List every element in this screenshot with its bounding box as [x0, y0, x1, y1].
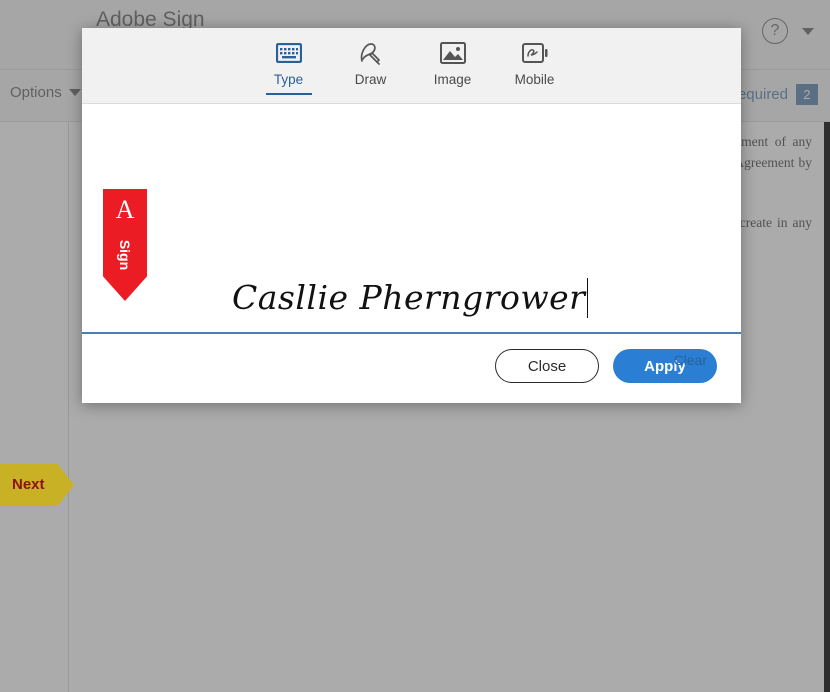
tab-mobile[interactable]: Mobile: [504, 38, 566, 93]
adobe-logo-glyph: A: [103, 197, 147, 223]
tab-type[interactable]: Type: [258, 38, 320, 93]
typed-signature-text: Casllie Pherngrower: [232, 278, 585, 317]
tab-draw[interactable]: Draw: [340, 38, 402, 93]
mobile-icon: [504, 38, 566, 68]
signature-dialog: Type Draw Image: [82, 28, 741, 403]
keyboard-icon: [258, 38, 320, 68]
typed-signature-preview: Casllie Pherngrower: [232, 278, 588, 318]
signature-dialog-footer: Close Apply: [82, 329, 741, 403]
pen-icon: [340, 38, 402, 68]
close-button[interactable]: Close: [495, 349, 599, 383]
image-icon: [422, 38, 484, 68]
sign-flag-label: Sign: [117, 225, 133, 285]
tab-image[interactable]: Image: [422, 38, 484, 93]
tab-mobile-label: Mobile: [504, 72, 566, 87]
vertical-scrollbar[interactable]: [824, 122, 830, 692]
signature-mode-tabs: Type Draw Image: [82, 28, 741, 104]
clear-button[interactable]: Clear: [674, 352, 707, 368]
tab-image-label: Image: [422, 72, 484, 87]
sign-here-flag-icon: A Sign: [103, 189, 147, 301]
signature-canvas[interactable]: A Sign Casllie Pherngrower Clear: [82, 104, 741, 329]
tab-draw-label: Draw: [340, 72, 402, 87]
tab-type-label: Type: [258, 72, 320, 87]
text-cursor: [587, 278, 588, 318]
signature-baseline: [82, 332, 741, 334]
